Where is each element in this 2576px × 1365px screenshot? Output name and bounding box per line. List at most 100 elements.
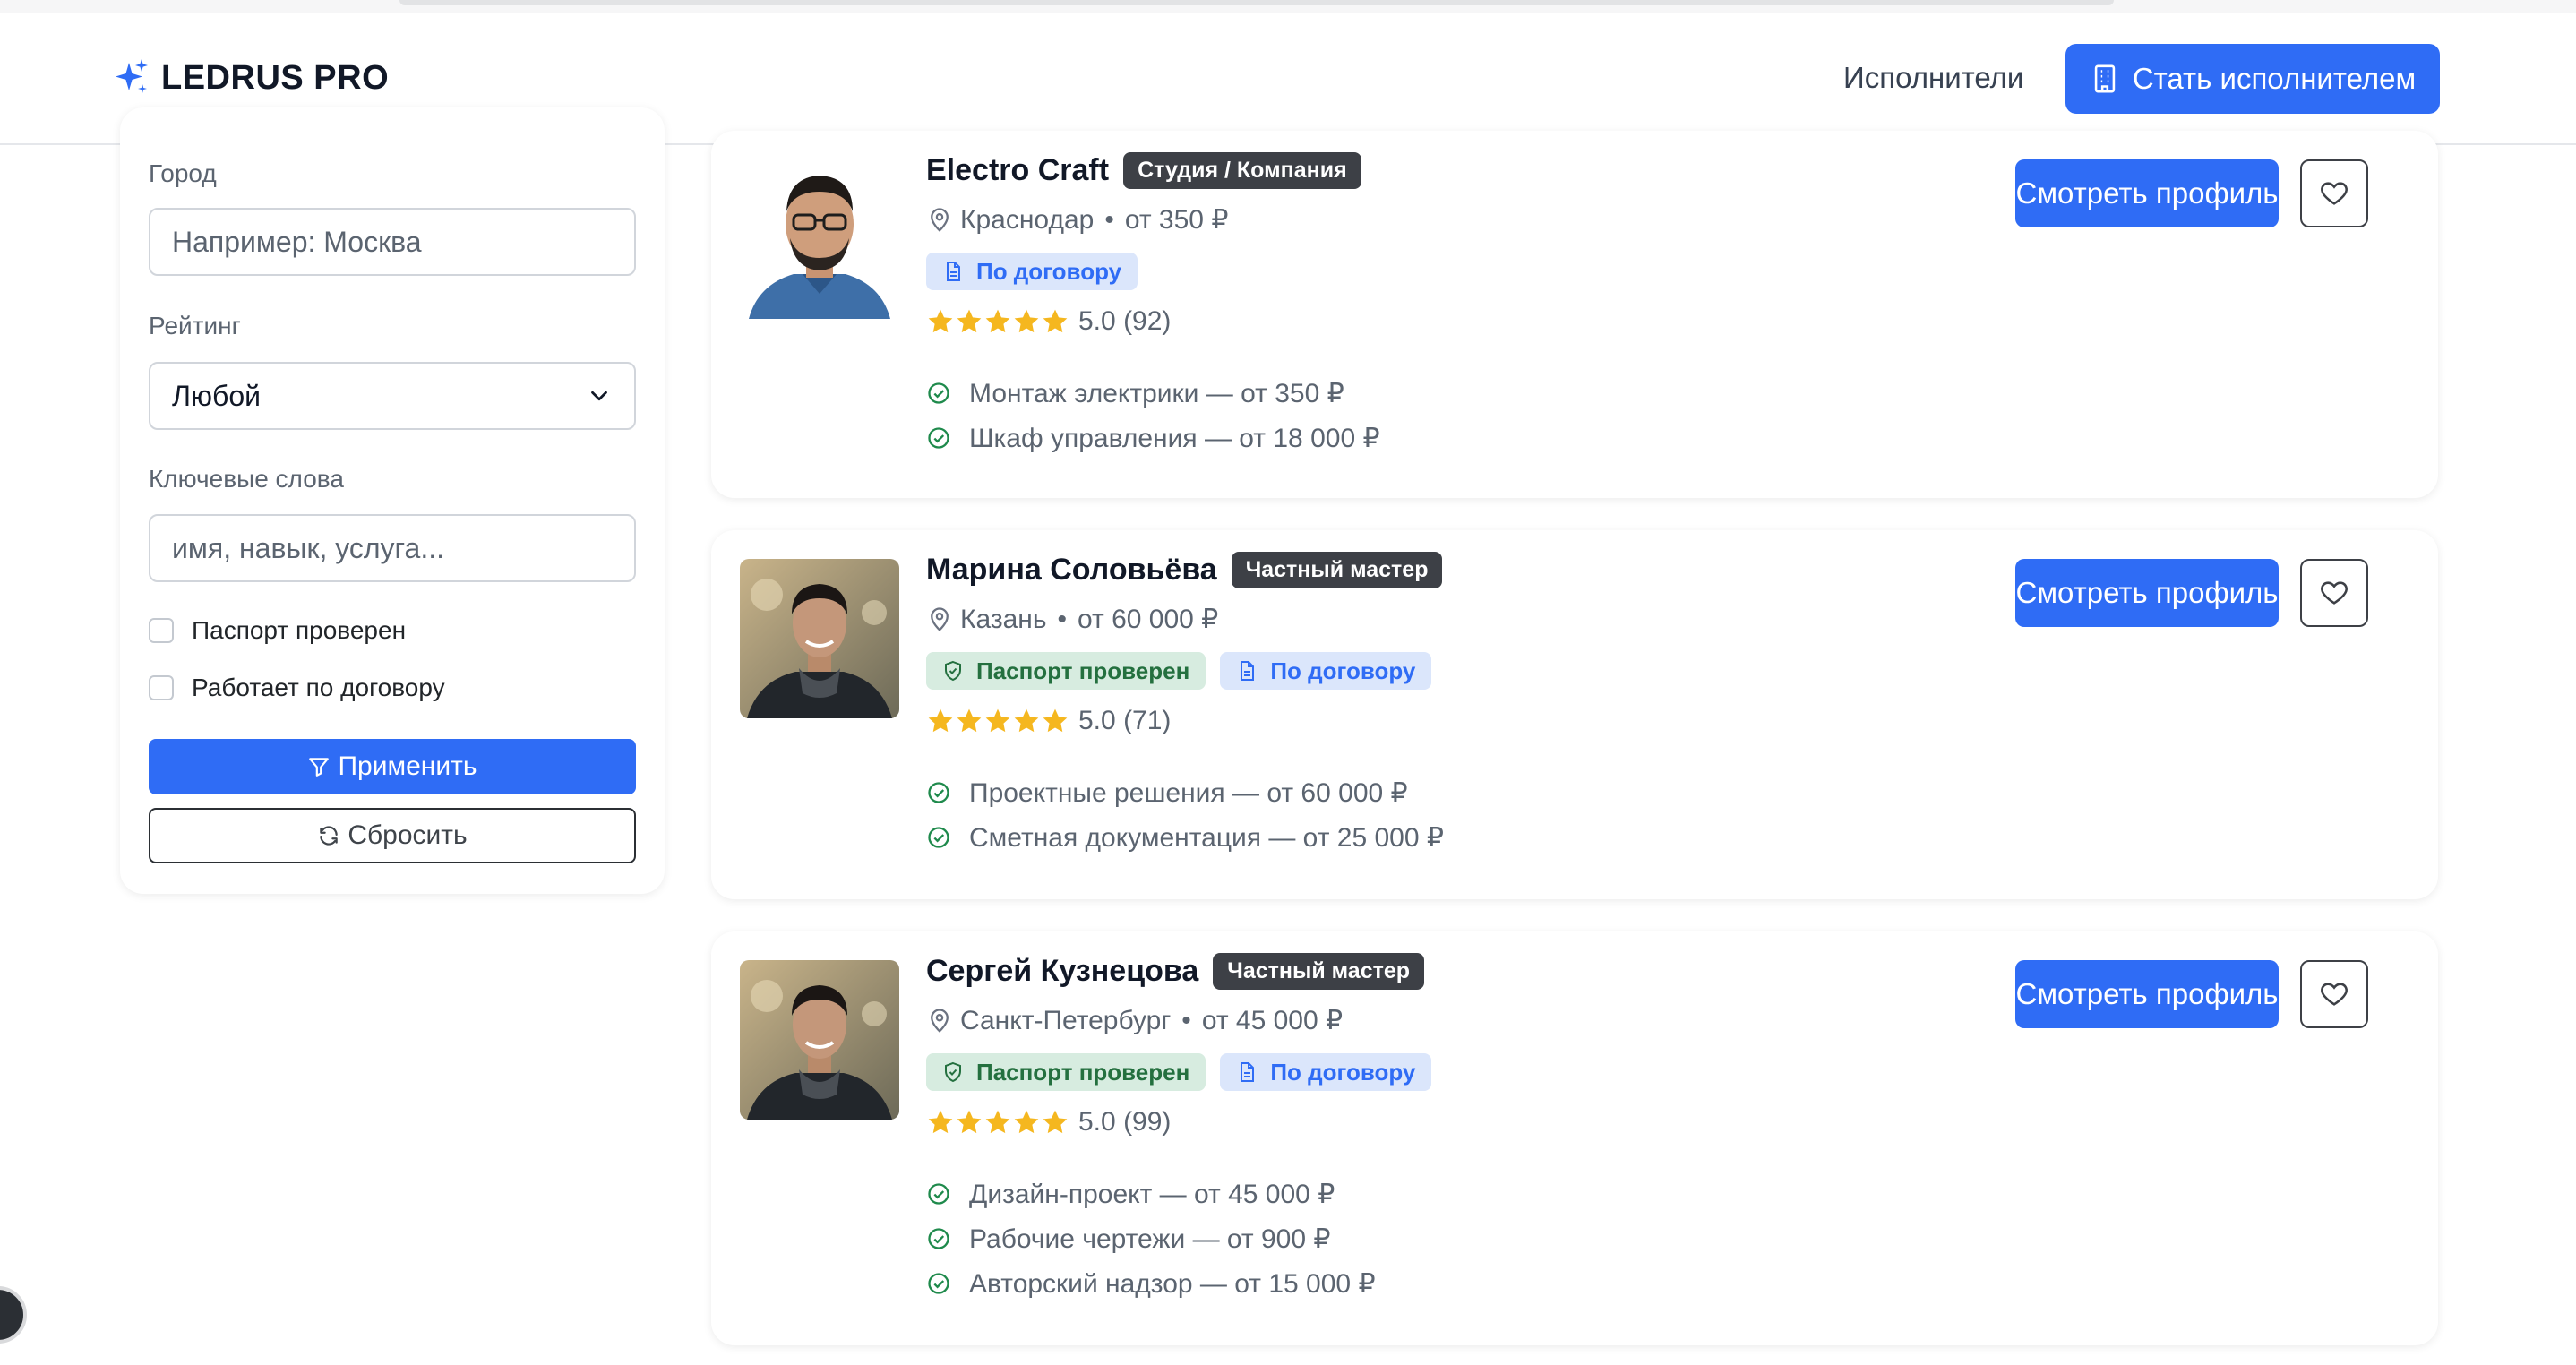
passport-badge-label: Паспорт проверен [976, 1058, 1190, 1086]
view-profile-button[interactable]: Смотреть профиль [2015, 559, 2279, 627]
sparkles-icon [116, 59, 148, 93]
provider-city: Санкт-Петербург [960, 1005, 1172, 1035]
shield-check-icon [945, 660, 961, 682]
passport-badge: Паспорт проверен [926, 652, 1206, 690]
rating-value: 5.0 [1078, 706, 1116, 735]
keywords-input[interactable]: имя, навык, услуга... [149, 514, 636, 582]
provider-card: Сергей Кузнецова Частный мастер Санкт-Пе… [711, 931, 2438, 1345]
contract-badge: По договору [926, 253, 1138, 290]
city-input[interactable]: Например: Москва [149, 208, 636, 276]
rating-value: 5.0 [1078, 306, 1116, 336]
rating-select[interactable]: Любой [149, 362, 636, 430]
map-pin-icon [931, 1008, 949, 1033]
check-circle-icon [928, 1273, 949, 1294]
brand-name: LEDRUS PRO [161, 58, 390, 97]
star-icon [957, 708, 982, 733]
heart-icon [2321, 983, 2348, 1006]
provider-name[interactable]: Марина Соловьёва [926, 553, 1217, 588]
service-item: Шкаф управления — от 18 000 ₽ [926, 416, 1380, 460]
filter-panel: Город Например: Москва Рейтинг Любой Клю… [120, 107, 665, 894]
service-item: Сметная документация — от 25 000 ₽ [926, 815, 1444, 860]
brand[interactable]: LEDRUS PRO [115, 57, 389, 99]
check-circle-icon [928, 1183, 949, 1205]
rating-value: 5.0 [1078, 1107, 1116, 1137]
favorite-button[interactable] [2300, 159, 2368, 228]
star-icon [928, 1110, 953, 1134]
star-icon [957, 309, 982, 333]
check-circle-icon [928, 1228, 949, 1249]
star-icon [985, 708, 1010, 733]
passport-checkbox[interactable] [149, 618, 174, 643]
provider-name[interactable]: Сергей Кузнецова [926, 954, 1198, 989]
browser-tab-bar [399, 0, 2114, 5]
favorite-button[interactable] [2300, 960, 2368, 1028]
star-icon [1014, 309, 1039, 333]
heart-icon [2321, 182, 2348, 205]
provider-header: Electro Craft Студия / Компания [926, 152, 1361, 189]
separator-dot: • [1057, 604, 1067, 634]
rating-stars [926, 1108, 1069, 1137]
become-performer-label: Стать исполнителем [2132, 62, 2417, 95]
refresh-icon [320, 826, 339, 846]
service-list: Проектные решения — от 60 000 ₽ Сметная … [926, 770, 1444, 860]
building-icon [2094, 64, 2116, 93]
become-performer-button[interactable]: Стать исполнителем [2065, 44, 2440, 114]
service-text: Сметная документация — от 25 000 ₽ [969, 822, 1444, 853]
star-icon [1014, 708, 1039, 733]
rating-stars [926, 307, 1069, 336]
provider-rating: 5.0 (92) [926, 306, 1171, 337]
view-profile-button[interactable]: Смотреть профиль [2015, 960, 2279, 1028]
filter-icon [309, 758, 330, 777]
reset-label: Сбросить [348, 820, 468, 850]
provider-card: Марина Соловьёва Частный мастер Казань •… [711, 530, 2438, 899]
map-pin-icon [931, 606, 949, 631]
separator-dot: • [1181, 1005, 1191, 1035]
contract-badge-label: По договору [1270, 657, 1416, 684]
provider-name[interactable]: Electro Craft [926, 153, 1109, 188]
provider-card: Electro Craft Студия / Компания Краснода… [711, 131, 2438, 498]
provider-location: Санкт-Петербург • от 45 000 ₽ [926, 1005, 1343, 1036]
service-list: Монтаж электрики — от 350 ₽ Шкаф управле… [926, 371, 1380, 460]
provider-city: Краснодар [960, 204, 1095, 235]
city-label: Город [149, 159, 217, 187]
floating-action-button[interactable] [0, 1286, 27, 1344]
heart-icon [2321, 581, 2348, 605]
provider-location: Казань • от 60 000 ₽ [926, 604, 1218, 635]
contract-checkbox[interactable] [149, 675, 174, 700]
provider-location: Краснодар • от 350 ₽ [926, 204, 1228, 236]
service-item: Проектные решения — от 60 000 ₽ [926, 770, 1444, 815]
passport-badge: Паспорт проверен [926, 1053, 1206, 1091]
star-icon [928, 309, 953, 333]
provider-rating: 5.0 (71) [926, 706, 1171, 736]
apply-button[interactable]: Применить [149, 739, 636, 794]
star-icon [1014, 1110, 1039, 1134]
service-text: Дизайн-проект — от 45 000 ₽ [969, 1179, 1335, 1209]
view-profile-button[interactable]: Смотреть профиль [2015, 159, 2279, 228]
favorite-button[interactable] [2300, 559, 2368, 627]
passport-filter[interactable]: Паспорт проверен [149, 616, 406, 645]
service-item: Монтаж электрики — от 350 ₽ [926, 371, 1380, 416]
provider-price: от 350 ₽ [1124, 205, 1229, 235]
star-icon [1043, 1110, 1068, 1134]
apply-label: Применить [338, 751, 477, 781]
document-icon [1241, 1062, 1255, 1082]
star-icon [985, 1110, 1010, 1134]
check-circle-icon [928, 827, 949, 848]
keywords-label: Ключевые слова [149, 465, 344, 493]
check-circle-icon [928, 382, 949, 404]
provider-city: Казань [960, 604, 1047, 634]
reset-button[interactable]: Сбросить [149, 808, 636, 863]
provider-type-badge: Студия / Компания [1123, 152, 1361, 189]
document-icon [1241, 661, 1255, 681]
passport-badge-label: Паспорт проверен [976, 657, 1190, 684]
check-circle-icon [928, 782, 949, 803]
provider-header: Марина Соловьёва Частный мастер [926, 552, 1443, 588]
nav-link-performers[interactable]: Исполнители [1843, 61, 2023, 95]
check-circle-icon [928, 427, 949, 449]
rating-reviews: (92) [1123, 306, 1172, 336]
contract-filter[interactable]: Работает по договору [149, 674, 445, 702]
avatar [740, 960, 899, 1120]
service-list: Дизайн-проект — от 45 000 ₽ Рабочие черт… [926, 1172, 1376, 1306]
provider-rating: 5.0 (99) [926, 1107, 1171, 1138]
map-pin-icon [931, 207, 949, 232]
